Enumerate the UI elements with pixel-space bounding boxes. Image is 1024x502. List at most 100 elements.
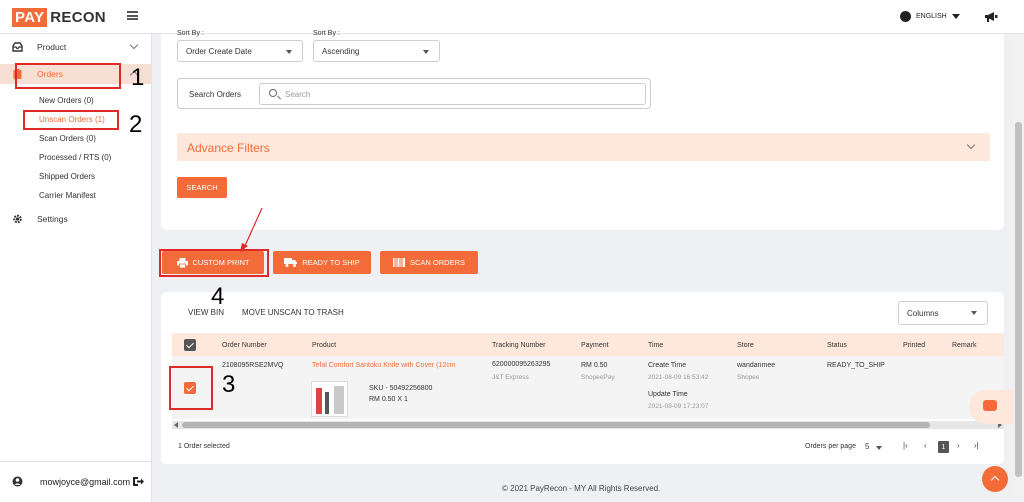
scrollbar-thumb[interactable] (182, 422, 930, 428)
columns-label: Columns (907, 308, 939, 318)
chevron-down-icon (286, 50, 292, 54)
col-store: Store (737, 342, 754, 349)
chevron-down-icon (971, 311, 977, 315)
move-to-trash-link[interactable]: MOVE UNSCAN TO TRASH (242, 308, 344, 317)
ready-to-ship-label: READY TO SHIP (302, 258, 360, 267)
annotation-box-checkbox (169, 366, 213, 410)
col-product: Product (312, 342, 337, 349)
col-printed: Printed (903, 342, 926, 349)
sidebar-item-label: Settings (37, 214, 68, 224)
scroll-top-button[interactable] (982, 466, 1008, 492)
sidebar-item-settings[interactable]: Settings (0, 209, 152, 229)
chevron-down-icon (423, 50, 429, 54)
sort-order-value: Ascending (322, 46, 360, 56)
select-all-checkbox[interactable] (184, 339, 196, 351)
col-payment: Payment (581, 342, 609, 349)
last-page-icon[interactable]: ›| (974, 441, 979, 450)
language-selector[interactable]: ENGLISH (900, 11, 960, 22)
product-price-qty: RM 0.50 X 1 (369, 396, 408, 403)
chat-icon (983, 400, 997, 411)
user-icon (12, 476, 23, 487)
next-page-icon[interactable]: › (957, 441, 960, 450)
update-time: 2021-08-09 17:23:07 (648, 403, 709, 410)
payrecon-logo[interactable]: PAY RECON (12, 7, 106, 27)
product-sku: SKU - 50492256800 (369, 385, 433, 392)
chevron-down-icon (966, 140, 976, 150)
globe-icon (900, 11, 911, 22)
search-button[interactable]: SEARCH (177, 177, 227, 198)
annotation-number-2: 2 (129, 111, 143, 138)
logo-recon: RECON (50, 8, 106, 26)
chat-button[interactable] (969, 390, 1013, 424)
col-order-number: Order Number (222, 342, 267, 349)
search-input[interactable]: Search (259, 83, 646, 105)
scroll-left-icon[interactable] (174, 422, 178, 428)
prev-page-icon[interactable]: ‹ (924, 441, 927, 450)
sidebar: Product Orders New Orders (0) Unscan Ord… (0, 34, 152, 502)
carrier-name: J&T Express (492, 374, 529, 381)
annotation-number-1: 1 (131, 64, 145, 91)
tracking-number: 620000095263295 (492, 361, 551, 368)
sort-order-select[interactable]: Ascending (313, 40, 440, 62)
annotation-box-orders (15, 63, 121, 89)
search-icon (269, 89, 277, 97)
megaphone-icon[interactable] (984, 11, 998, 22)
first-page-icon[interactable]: |‹ (903, 441, 908, 450)
ready-to-ship-button[interactable]: READY TO SHIP (273, 251, 371, 274)
col-remark: Remark (952, 342, 977, 349)
filter-panel (161, 34, 1004, 230)
advance-filters-toggle[interactable]: Advance Filters (177, 133, 990, 161)
barcode-icon (392, 258, 405, 267)
sidebar-item-product[interactable]: Product (0, 37, 152, 57)
sort-order-label: Sort By : (313, 30, 340, 37)
sidebar-subitem-shipped[interactable]: Shipped Orders (39, 172, 95, 181)
inbox-icon (12, 42, 23, 52)
sidebar-subitem-new-orders[interactable]: New Orders (0) (39, 96, 94, 105)
annotation-box-unscan (23, 110, 119, 130)
chevron-down-icon (876, 446, 882, 450)
logout-icon[interactable] (132, 476, 144, 487)
order-number: 2108095RSE2MVQ (222, 362, 284, 369)
search-button-label: SEARCH (186, 183, 218, 192)
sidebar-subitem-scan-orders[interactable]: Scan Orders (0) (39, 134, 96, 143)
scan-orders-label: SCAN ORDERS (409, 258, 465, 267)
update-time-label: Update Time (648, 391, 688, 398)
selected-count: 1 Order selected (178, 443, 230, 450)
store-name: wandanmee (737, 362, 776, 369)
search-orders-box: Search Orders Search (177, 78, 651, 109)
sidebar-subitem-processed[interactable]: Processed / RTS (0) (39, 153, 111, 162)
search-orders-label: Search Orders (189, 90, 242, 99)
orders-per-page-label: Orders per page (805, 443, 856, 450)
logo-pay: PAY (12, 7, 48, 27)
menu-toggle-icon[interactable] (127, 11, 138, 20)
top-bar: PAY RECON ENGLISH (0, 0, 1024, 34)
create-time: 2021-08-09 16:53:42 (648, 374, 709, 381)
sidebar-item-label: Product (37, 42, 67, 52)
orders-per-page-select[interactable]: 5 (865, 442, 869, 451)
table-header-row: Order Number Product Tracking Number Pay… (172, 333, 1004, 356)
order-status: READY_TO_SHIP (827, 362, 885, 369)
sidebar-subitem-carrier-manifest[interactable]: Carrier Manifest (39, 191, 96, 200)
vertical-scrollbar[interactable] (1013, 34, 1024, 502)
current-page[interactable]: 1 (938, 441, 949, 453)
annotation-number-3: 3 (222, 371, 236, 398)
horizontal-scrollbar[interactable] (172, 421, 1004, 429)
product-name-link[interactable]: Tefal Comfort Santoku Knife with Cover (… (312, 362, 456, 369)
chevron-down-icon (951, 14, 960, 19)
payment-method: ShopeePay (581, 374, 615, 381)
search-placeholder: Search (285, 90, 311, 99)
col-time: Time (648, 342, 664, 349)
sort-by-select[interactable]: Order Create Date (177, 40, 303, 62)
scan-orders-button[interactable]: SCAN ORDERS (380, 251, 478, 274)
sort-by-label: Sort By : (177, 30, 204, 37)
footer-copyright: © 2021 PayRecon - MY All Rights Reserved… (502, 484, 661, 493)
truck-icon (284, 258, 298, 267)
product-thumbnail (311, 381, 348, 417)
payment-amount: RM 0.50 (581, 362, 608, 369)
gear-icon (13, 214, 22, 224)
annotation-arrow (240, 207, 263, 252)
annotation-number-4: 4 (211, 283, 225, 310)
columns-select[interactable]: Columns (898, 301, 988, 325)
vertical-scrollbar-thumb[interactable] (1015, 122, 1022, 477)
advance-filters-label: Advance Filters (187, 141, 270, 155)
